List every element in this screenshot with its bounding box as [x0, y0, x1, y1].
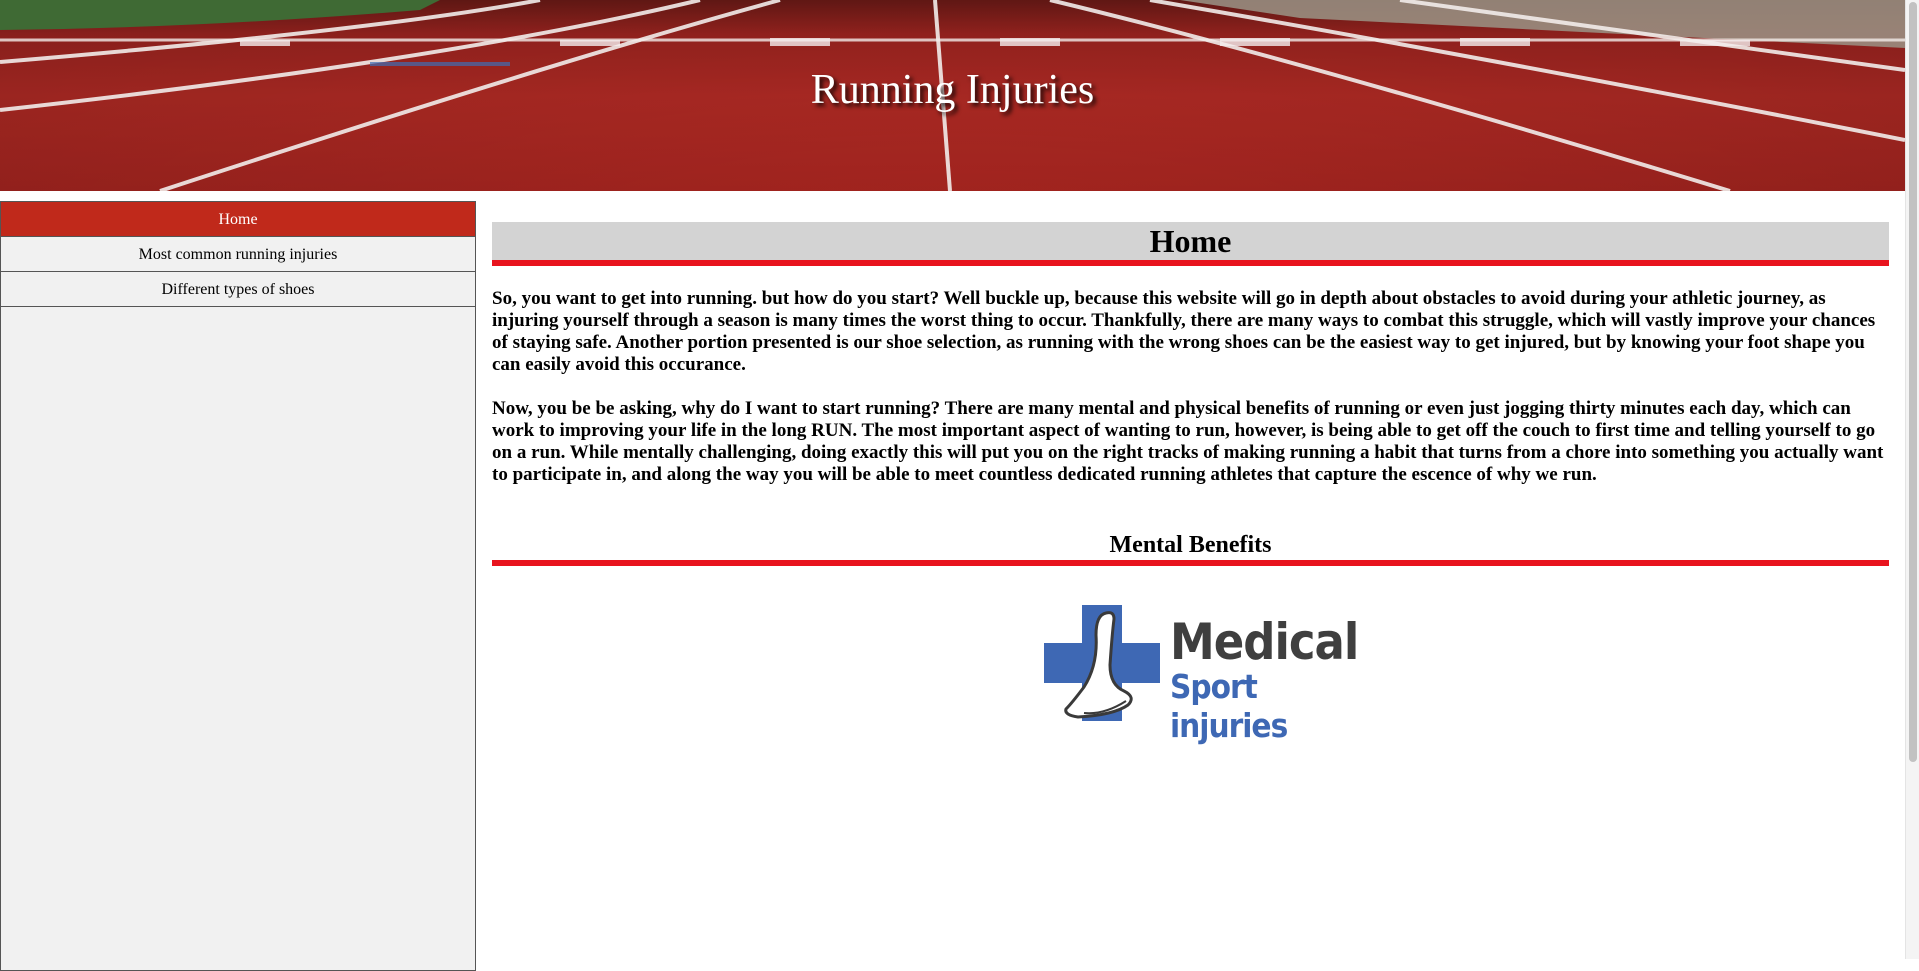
page-heading: Home [492, 222, 1889, 266]
medical-sport-injuries-logo: Medical Sport injuries [1044, 605, 1359, 745]
scrollbar-thumb[interactable] [1909, 2, 1917, 762]
sidebar-item-common-injuries[interactable]: Most common running injuries [1, 237, 475, 272]
motivation-paragraph: Now, you be be asking, why do I want to … [492, 398, 1884, 485]
main-content: Home So, you want to get into running. b… [492, 222, 1889, 745]
sidebar-item-home[interactable]: Home [1, 202, 475, 237]
sidebar-item-shoe-types[interactable]: Different types of shoes [1, 272, 475, 307]
intro-paragraph: So, you want to get into running. but ho… [492, 288, 1876, 375]
site-title: Running Injuries [810, 67, 1095, 113]
section-heading-mental-benefits: Mental Benefits [492, 530, 1889, 566]
sidebar-nav: Home Most common running injuries Differ… [0, 201, 476, 971]
header-banner: Running Injuries [0, 0, 1905, 191]
vertical-scrollbar[interactable] [1905, 0, 1919, 959]
logo-text-medical: Medical [1170, 613, 1359, 671]
foot-cross-icon [1044, 605, 1160, 721]
logo-text-sport-injuries: Sport injuries [1170, 667, 1288, 745]
